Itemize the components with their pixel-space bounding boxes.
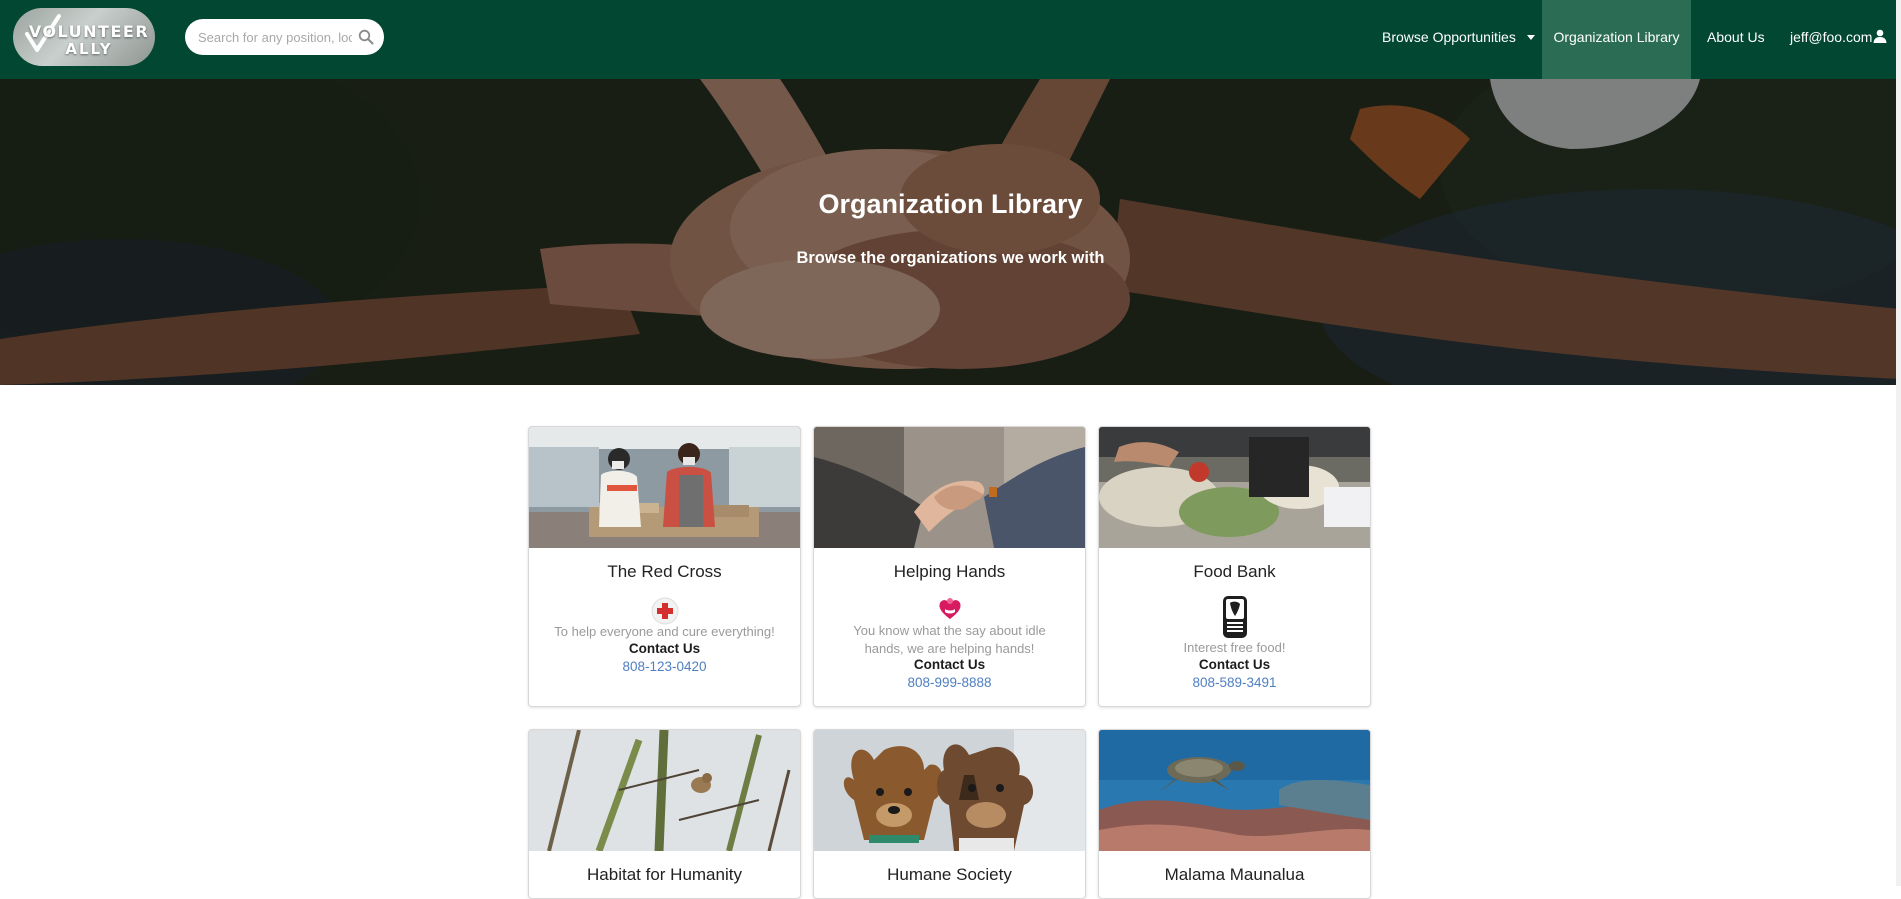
- logo-text-volunteer: VOLUNTEER: [28, 22, 150, 41]
- user-email: jeff@foo.com: [1790, 29, 1873, 45]
- org-phone-link[interactable]: 808-123-0420: [529, 659, 800, 674]
- nav-browse-label: Browse Opportunities: [1382, 29, 1516, 45]
- red-cross-icon: [651, 597, 679, 625]
- hero-overlay: [0, 79, 1901, 385]
- page-scrollbar[interactable]: [1896, 0, 1901, 886]
- org-card-humane-society[interactable]: Humane Society: [813, 729, 1086, 899]
- contact-us-label: Contact Us: [628, 641, 701, 656]
- search-box: [185, 19, 384, 55]
- page-title: Organization Library: [818, 189, 1083, 219]
- search-input[interactable]: [198, 27, 352, 47]
- org-name: Helping Hands: [893, 562, 1006, 581]
- org-phone-link[interactable]: 808-999-8888: [814, 675, 1085, 690]
- nav-library-label: Organization Library: [1553, 29, 1680, 45]
- nav-user-menu[interactable]: jeff@foo.com: [1790, 0, 1887, 79]
- chevron-down-icon: [1526, 34, 1535, 40]
- org-card-food-bank[interactable]: Food Bank Interest free food! Contact Us…: [1098, 426, 1371, 707]
- org-description: To help everyone and cure everything!: [554, 624, 775, 639]
- top-navbar: VOLUNTEER ALLY Browse Opportunities Orga…: [0, 0, 1901, 79]
- nav-browse-opportunities[interactable]: Browse Opportunities: [1382, 0, 1535, 79]
- heart-hands-icon: [939, 598, 961, 619]
- org-name: The Red Cross: [607, 562, 722, 581]
- volunteer-ally-logo[interactable]: VOLUNTEER ALLY: [13, 8, 155, 66]
- nav-organization-library[interactable]: Organization Library: [1542, 0, 1691, 79]
- org-name: Habitat for Humanity: [587, 865, 742, 884]
- org-card-helping-hands[interactable]: Helping Hands You know what the say abou…: [813, 426, 1086, 707]
- logo-text-ally: ALLY: [65, 40, 113, 58]
- org-card-habitat-for-humanity[interactable]: Habitat for Humanity: [528, 729, 801, 899]
- nav-about-us[interactable]: About Us: [1707, 0, 1765, 79]
- org-photo-red-cross: [529, 427, 800, 548]
- page-subtitle: Browse the organizations we work with: [796, 249, 1105, 267]
- org-photo-humane-society: [814, 730, 1085, 851]
- search-icon[interactable]: [358, 29, 374, 45]
- org-description: Interest free food!: [1183, 640, 1286, 655]
- org-photo-food-bank: [1099, 427, 1370, 548]
- org-name: Food Bank: [1193, 562, 1276, 581]
- food-bank-logo-icon: [1223, 596, 1247, 638]
- contact-us-label: Contact Us: [913, 657, 986, 672]
- org-name: Malama Maunalua: [1164, 865, 1305, 884]
- org-name: Humane Society: [887, 865, 1012, 884]
- org-card-red-cross[interactable]: The Red Cross To help everyone and cure …: [528, 426, 801, 707]
- nav-about-label: About Us: [1707, 29, 1765, 45]
- hero-banner: Organization Library Browse the organiza…: [0, 79, 1901, 385]
- org-photo-habitat: [529, 730, 800, 851]
- user-icon: [1873, 29, 1887, 44]
- org-photo-helping-hands: [814, 427, 1085, 548]
- org-photo-malama-maunalua: [1099, 730, 1370, 851]
- contact-us-label: Contact Us: [1198, 657, 1271, 672]
- org-phone-link[interactable]: 808-589-3491: [1099, 675, 1370, 690]
- org-description: You know what the say about idle hands, …: [853, 623, 1046, 656]
- org-card-malama-maunalua[interactable]: Malama Maunalua: [1098, 729, 1371, 899]
